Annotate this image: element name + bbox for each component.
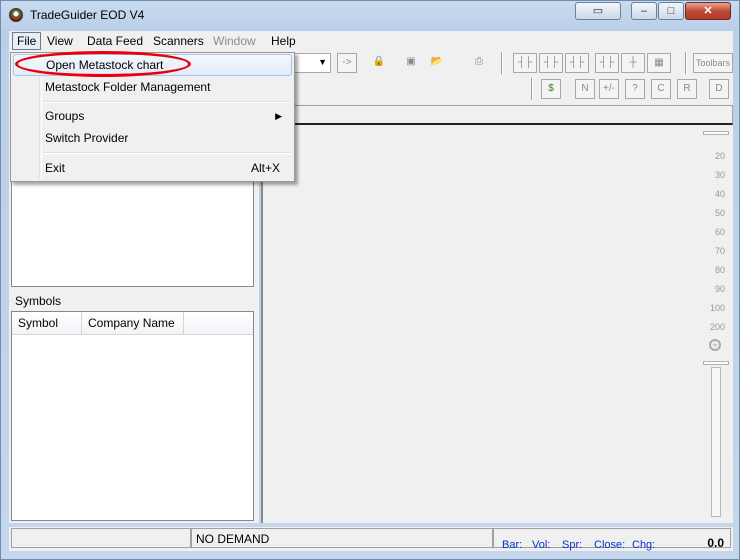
- vol-label: Vol:: [532, 539, 551, 551]
- zoom-in-icon[interactable]: +: [709, 339, 721, 351]
- toolbar-separator: [501, 52, 503, 74]
- scale-label: 20: [714, 151, 725, 161]
- bar-label: Bar:: [502, 539, 523, 551]
- status-bar: NO DEMAND Bar: Vol: Spr: Close: Chg: 0.0: [9, 527, 733, 551]
- status-cell-empty: [11, 528, 191, 548]
- window-title: TradeGuider EOD V4: [30, 8, 145, 22]
- open-folder-icon[interactable]: 📂: [427, 53, 447, 73]
- save-icon[interactable]: ▣: [401, 53, 421, 73]
- menu-exit-label: Exit: [45, 161, 66, 175]
- zoom-bars-icon[interactable]: ┤├: [595, 53, 619, 73]
- menu-help[interactable]: Help: [267, 33, 300, 49]
- column-symbol[interactable]: Symbol: [12, 312, 82, 334]
- slider-handle[interactable]: [703, 361, 729, 365]
- toolbar-separator: [531, 78, 533, 100]
- indicator-r-button[interactable]: R: [677, 79, 697, 99]
- lock-icon[interactable]: 🔒: [369, 53, 389, 73]
- toolbars-button[interactable]: Toolbars: [693, 53, 733, 73]
- scale-label: 80: [714, 265, 725, 275]
- scale-handle[interactable]: [703, 131, 729, 135]
- scale-label: 200: [709, 322, 725, 332]
- menu-exit[interactable]: Exit Alt+X: [13, 157, 292, 179]
- title-bar: TradeGuider EOD V4 ▭ – □ ✕: [1, 1, 739, 29]
- scale-label: 70: [714, 246, 725, 256]
- print-icon[interactable]: ⎙: [469, 53, 489, 73]
- toolbar-separator: [685, 52, 687, 74]
- bar-chart-icon[interactable]: ┤├: [513, 53, 537, 73]
- indicator-c-button[interactable]: C: [651, 79, 671, 99]
- symbols-label: Symbols: [15, 294, 62, 308]
- scale-label: 60: [714, 227, 725, 237]
- close-button[interactable]: ✕: [685, 2, 731, 20]
- menu-groups-label: Groups: [45, 109, 85, 123]
- submenu-arrow-icon: ▶: [275, 111, 282, 121]
- app-logo-icon: [9, 8, 23, 22]
- indicator-d-button[interactable]: D: [709, 79, 729, 99]
- close-label: Close:: [594, 539, 626, 551]
- restore-group-icon[interactable]: ▭: [575, 2, 621, 20]
- zoom-slider[interactable]: [711, 367, 721, 517]
- menu-window: Window: [213, 34, 256, 48]
- menu-separator: [43, 152, 291, 154]
- menu-metastock-folder-management[interactable]: Metastock Folder Management: [13, 76, 292, 98]
- menu-exit-shortcut: Alt+X: [250, 161, 280, 175]
- dollar-icon[interactable]: $: [541, 79, 561, 99]
- price-scale: 20 30 40 50 60 70 80 90 100 200 +: [701, 127, 733, 523]
- menu-scanners[interactable]: Scanners: [149, 33, 208, 49]
- symbols-table-header: Symbol Company Name: [12, 312, 253, 335]
- scale-label: 100: [709, 303, 725, 313]
- scale-label: 90: [714, 284, 725, 294]
- status-text: NO DEMAND: [191, 528, 493, 548]
- app-window: TradeGuider EOD V4 ▭ – □ ✕ File View Dat…: [0, 0, 740, 560]
- change-value: 0.0: [707, 536, 724, 550]
- menu-groups[interactable]: Groups ▶: [13, 105, 292, 127]
- column-company-name[interactable]: Company Name: [82, 312, 184, 334]
- grid-icon[interactable]: ▦: [647, 53, 671, 73]
- menu-view[interactable]: View: [43, 33, 77, 49]
- menu-bar: File View Data Feed Scanners Window Help: [9, 31, 733, 51]
- menu-file[interactable]: File: [12, 32, 42, 50]
- menu-switch-provider[interactable]: Switch Provider: [13, 127, 292, 149]
- menu-data-feed[interactable]: Data Feed: [83, 33, 147, 49]
- menu-separator: [43, 101, 291, 103]
- scale-label: 30: [714, 170, 725, 180]
- go-arrow-button[interactable]: ->: [337, 53, 357, 73]
- symbol-combo[interactable]: ▼: [291, 53, 331, 73]
- left-panel: Symbols Symbol Company Name: [9, 127, 259, 523]
- crosshair-icon[interactable]: ┼: [621, 53, 645, 73]
- scale-label: 50: [714, 208, 725, 218]
- status-values: Bar: Vol: Spr: Close: Chg: 0.0: [493, 528, 731, 551]
- candle-chart-icon[interactable]: ┤├: [539, 53, 563, 73]
- chg-label: Chg:: [632, 539, 656, 551]
- symbols-table: Symbol Company Name: [11, 311, 254, 521]
- annotation-highlight-oval: [15, 51, 191, 77]
- chart-tab-strip: [261, 105, 733, 125]
- scale-label: 40: [714, 189, 725, 199]
- spr-label: Spr:: [562, 539, 583, 551]
- indicator-n-button[interactable]: N: [575, 79, 595, 99]
- chevron-down-icon: ▼: [318, 57, 327, 67]
- indicator-question-button[interactable]: ?: [625, 79, 645, 99]
- maximize-button[interactable]: □: [658, 2, 684, 20]
- minimize-button[interactable]: –: [631, 2, 657, 20]
- hlc-chart-icon[interactable]: ┤├: [565, 53, 589, 73]
- chart-area[interactable]: [261, 127, 701, 523]
- indicator-plusminus-button[interactable]: +/-: [599, 79, 619, 99]
